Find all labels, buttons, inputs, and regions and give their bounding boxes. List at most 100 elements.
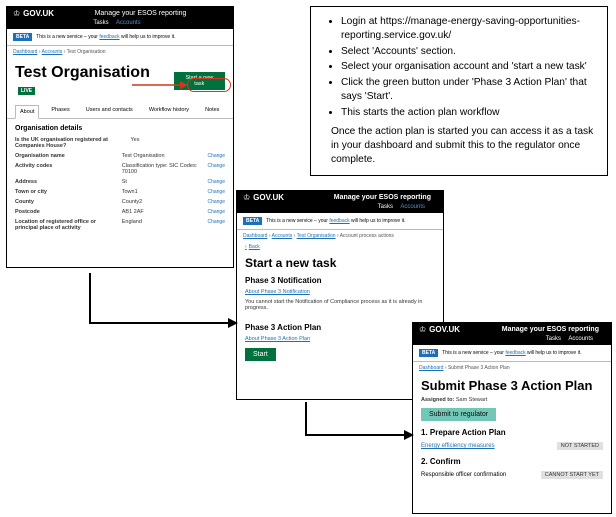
- flow-arrow-1: [80, 268, 240, 333]
- beta-tag: BETA: [419, 349, 438, 357]
- breadcrumb-dashboard[interactable]: Dashboard: [243, 233, 267, 239]
- nav-accounts[interactable]: Accounts: [568, 336, 593, 342]
- detail-row: AddressStChange: [7, 177, 233, 187]
- service-title: Manage your ESOS reporting: [95, 10, 187, 17]
- about-notification-link[interactable]: About Phase 3 Notification: [245, 289, 310, 295]
- beta-tag: BETA: [13, 33, 32, 41]
- section-heading: Phase 3 Notification: [237, 272, 443, 287]
- breadcrumb-accounts[interactable]: Accounts: [272, 233, 293, 239]
- feedback-link[interactable]: feedback: [99, 34, 119, 40]
- beta-text: This is a new service – your feedback wi…: [442, 350, 581, 356]
- breadcrumb-current: Account process actions: [340, 233, 394, 239]
- change-link[interactable]: Change: [207, 163, 225, 175]
- govuk-header: ♔ GOV.UK Manage your ESOS reporting: [237, 191, 443, 204]
- section-title: Organisation details: [7, 119, 233, 135]
- change-link[interactable]: Change: [207, 209, 225, 215]
- task-label-confirm: Responsible officer confirmation: [421, 472, 506, 478]
- change-link[interactable]: Change: [207, 153, 225, 159]
- inline-note: You cannot start the Notification of Com…: [237, 297, 443, 313]
- change-link[interactable]: Change: [207, 199, 225, 205]
- govuk-logo: GOV.UK: [23, 9, 54, 18]
- red-highlight-oval: [187, 78, 231, 92]
- assigned-to: Assigned to: Sam Stewart: [413, 395, 611, 405]
- task-row: Responsible officer confirmation CANNOT …: [413, 468, 611, 482]
- tab-notes[interactable]: Notes: [201, 104, 223, 118]
- detail-row: Town or cityTown1Change: [7, 187, 233, 197]
- instruction-item: This starts the action plan workflow: [341, 106, 597, 120]
- govuk-logo: GOV.UK: [253, 193, 284, 202]
- service-title: Manage your ESOS reporting: [334, 194, 431, 201]
- breadcrumb-org[interactable]: Test Organisation: [297, 233, 336, 239]
- feedback-link[interactable]: feedback: [505, 350, 525, 356]
- beta-banner: BETA This is a new service – your feedba…: [7, 29, 233, 46]
- flow-arrow-2: [296, 400, 416, 445]
- detail-row: Activity codesClassification type: SIC C…: [7, 161, 233, 177]
- step-heading: 2. Confirm: [413, 453, 611, 468]
- instruction-item: Select 'Accounts' section.: [341, 45, 597, 59]
- breadcrumb: Dashboard › Submit Phase 3 Action Plan: [413, 362, 611, 374]
- breadcrumb-dashboard[interactable]: Dashboard: [419, 365, 443, 371]
- submit-to-regulator-button[interactable]: Submit to regulator: [421, 408, 496, 421]
- status-tag-live: LIVE: [18, 87, 35, 95]
- breadcrumb-dashboard[interactable]: Dashboard: [13, 49, 37, 55]
- detail-row: Organisation nameTest OrganisationChange: [7, 151, 233, 161]
- beta-banner: BETA This is a new service – your feedba…: [413, 345, 611, 362]
- instruction-panel: Login at https://manage-energy-saving-op…: [310, 6, 608, 176]
- nav-accounts[interactable]: Accounts: [400, 204, 425, 210]
- tabs: About Phases Users and contacts Workflow…: [7, 104, 233, 119]
- breadcrumb: Dashboard › Accounts › Test Organisation: [7, 46, 233, 58]
- nav-tasks[interactable]: Tasks: [93, 20, 108, 26]
- feedback-link[interactable]: feedback: [329, 218, 349, 224]
- screenshot-organisation: ♔ GOV.UK Manage your ESOS reporting Task…: [6, 6, 234, 268]
- status-cannot-start: CANNOT START YET: [541, 471, 603, 479]
- crown-icon: ♔: [13, 9, 20, 18]
- nav-accounts[interactable]: Accounts: [116, 20, 141, 26]
- govuk-header: ♔ GOV.UK Manage your ESOS reporting: [413, 323, 611, 336]
- beta-banner: BETA This is a new service – your feedba…: [237, 213, 443, 230]
- step-heading: 1. Prepare Action Plan: [413, 424, 611, 439]
- breadcrumb-current: Test Organisation: [67, 49, 106, 55]
- govuk-header: ♔ GOV.UK Manage your ESOS reporting: [7, 7, 233, 20]
- beta-text: This is a new service – your feedback wi…: [266, 218, 405, 224]
- breadcrumb: Dashboard › Accounts › Test Organisation…: [237, 230, 443, 242]
- task-row: Energy efficiency measures NOT STARTED: [413, 439, 611, 453]
- red-arrow-icon: [130, 78, 190, 92]
- primary-nav: Tasks Accounts: [413, 336, 611, 345]
- status-not-started: NOT STARTED: [557, 442, 603, 450]
- instruction-item: Click the green button under 'Phase 3 Ac…: [341, 76, 597, 104]
- nav-tasks[interactable]: Tasks: [378, 204, 393, 210]
- service-title: Manage your ESOS reporting: [502, 326, 599, 333]
- beta-tag: BETA: [243, 217, 262, 225]
- crown-icon: ♔: [243, 193, 250, 202]
- instruction-item: Login at https://manage-energy-saving-op…: [341, 15, 597, 43]
- tab-about[interactable]: About: [15, 105, 39, 119]
- page-title: Submit Phase 3 Action Plan: [413, 374, 611, 395]
- screenshot-submit-plan: ♔ GOV.UK Manage your ESOS reporting Task…: [412, 322, 612, 514]
- change-link[interactable]: Change: [207, 179, 225, 185]
- govuk-logo: GOV.UK: [429, 325, 460, 334]
- breadcrumb-current: Submit Phase 3 Action Plan: [448, 365, 510, 371]
- primary-nav: Tasks Accounts: [7, 20, 233, 29]
- detail-row: Is the UK organisation registered at Com…: [7, 135, 233, 151]
- back-link[interactable]: ‹Back: [237, 242, 443, 252]
- primary-nav: Tasks Accounts: [237, 204, 443, 213]
- chevron-left-icon: ‹: [245, 244, 247, 250]
- detail-row: Location of registered office or princip…: [7, 217, 233, 233]
- change-link[interactable]: Change: [207, 219, 225, 231]
- task-link-measures[interactable]: Energy efficiency measures: [421, 443, 495, 449]
- change-link[interactable]: Change: [207, 189, 225, 195]
- detail-row: CountyCounty2Change: [7, 197, 233, 207]
- start-button[interactable]: Start: [245, 348, 276, 361]
- about-action-plan-link[interactable]: About Phase 3 Action Plan: [245, 336, 310, 342]
- tab-workflow[interactable]: Workflow history: [145, 104, 193, 118]
- beta-text: This is a new service – your feedback wi…: [36, 34, 175, 40]
- tab-phases[interactable]: Phases: [47, 104, 73, 118]
- instruction-item: Select your organisation account and 'st…: [341, 60, 597, 74]
- nav-tasks[interactable]: Tasks: [546, 336, 561, 342]
- breadcrumb-accounts[interactable]: Accounts: [42, 49, 63, 55]
- instruction-footer: Once the action plan is started you can …: [331, 125, 597, 166]
- detail-row: PostcodeAB1 2AFChange: [7, 207, 233, 217]
- page-title: Start a new task: [237, 252, 443, 272]
- crown-icon: ♔: [419, 325, 426, 334]
- tab-users[interactable]: Users and contacts: [82, 104, 137, 118]
